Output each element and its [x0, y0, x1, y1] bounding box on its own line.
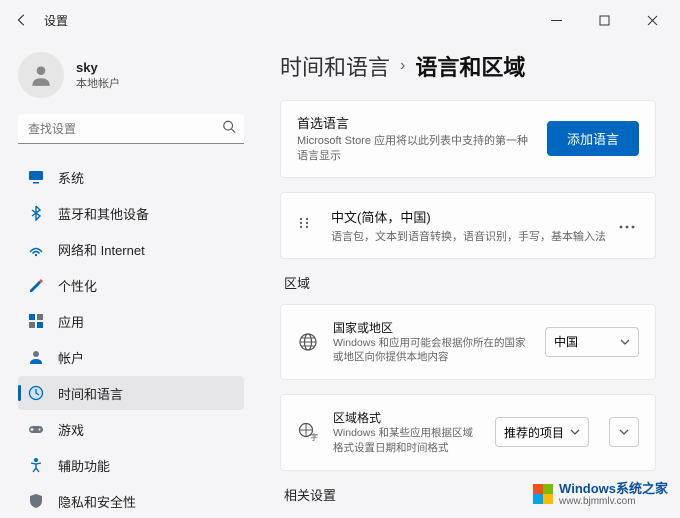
sidebar-item-bluetooth[interactable]: 蓝牙和其他设备 — [18, 196, 244, 230]
minimize-button[interactable] — [536, 6, 576, 34]
sidebar-item-system[interactable]: 系统 — [18, 160, 244, 194]
svg-text:字: 字 — [310, 432, 318, 442]
chevron-down-icon — [619, 429, 629, 435]
sidebar-item-personalize[interactable]: 个性化 — [18, 268, 244, 302]
language-name: 中文(简体，中国) — [331, 207, 615, 226]
apps-icon — [28, 313, 44, 329]
window-title: 设置 — [44, 12, 68, 29]
sidebar-item-label: 应用 — [58, 312, 84, 331]
chevron-down-icon — [620, 339, 630, 345]
user-name: sky — [76, 60, 120, 75]
globe-icon — [297, 332, 319, 352]
sidebar-item-network[interactable]: 网络和 Internet — [18, 232, 244, 266]
accounts-icon — [28, 349, 44, 365]
language-features: 语言包，文本到语音转换，语音识别，手写，基本输入法 — [331, 228, 615, 244]
sidebar-item-label: 游戏 — [58, 420, 84, 439]
country-title: 国家或地区 — [333, 319, 531, 336]
preferred-sub: Microsoft Store 应用将以此列表中支持的第一种语言显示 — [297, 134, 533, 165]
back-button[interactable] — [8, 6, 36, 34]
avatar — [18, 52, 64, 98]
sidebar-item-label: 帐户 — [58, 348, 84, 367]
user-account-type: 本地帐户 — [76, 75, 120, 91]
preferred-languages-card: 首选语言 Microsoft Store 应用将以此列表中支持的第一种语言显示 … — [280, 100, 656, 178]
sidebar-item-label: 网络和 Internet — [58, 240, 145, 259]
sidebar-item-apps[interactable]: 应用 — [18, 304, 244, 338]
country-dropdown[interactable]: 中国 — [545, 327, 639, 357]
preferred-title: 首选语言 — [297, 113, 533, 132]
sidebar-item-label: 辅助功能 — [58, 456, 110, 475]
language-item[interactable]: 中文(简体，中国) 语言包，文本到语音转换，语音识别，手写，基本输入法 — [280, 192, 656, 259]
network-icon — [28, 241, 44, 257]
breadcrumb-parent[interactable]: 时间和语言 — [280, 50, 390, 82]
sidebar-item-label: 个性化 — [58, 276, 97, 295]
format-title: 区域格式 — [333, 409, 481, 426]
page-title: 语言和区域 — [415, 50, 525, 82]
country-region-card: 国家或地区 Windows 和应用可能会根据你所在的国家或地区向你提供本地内容 … — [280, 304, 656, 380]
maximize-button[interactable] — [584, 6, 624, 34]
privacy-icon — [28, 493, 44, 509]
language-globe-icon: 字 — [297, 422, 319, 442]
sidebar-item-label: 系统 — [58, 168, 84, 187]
sidebar-item-label: 时间和语言 — [58, 384, 123, 403]
search-input[interactable] — [18, 114, 244, 144]
drag-handle-icon[interactable] — [297, 216, 313, 235]
accessibility-icon — [28, 457, 44, 473]
bluetooth-icon — [28, 205, 44, 221]
format-sub: Windows 和某些应用根据区域格式设置日期和时间格式 — [333, 426, 481, 455]
sidebar-item-label: 蓝牙和其他设备 — [58, 204, 149, 223]
expand-button[interactable] — [609, 417, 639, 447]
breadcrumb: 时间和语言 › 语言和区域 — [280, 50, 656, 82]
user-block[interactable]: sky 本地帐户 — [18, 52, 244, 98]
time-lang-icon — [28, 385, 44, 401]
sidebar-item-privacy[interactable]: 隐私和安全性 — [18, 484, 244, 518]
related-section-title: 相关设置 — [284, 485, 656, 504]
system-icon — [28, 169, 44, 185]
regional-format-card: 字 区域格式 Windows 和某些应用根据区域格式设置日期和时间格式 推荐的项… — [280, 394, 656, 470]
sidebar-item-accounts[interactable]: 帐户 — [18, 340, 244, 374]
search-icon — [222, 120, 236, 139]
chevron-right-icon: › — [400, 57, 405, 75]
sidebar-item-gaming[interactable]: 游戏 — [18, 412, 244, 446]
sidebar-item-label: 隐私和安全性 — [58, 492, 136, 511]
more-options-button[interactable] — [615, 212, 639, 238]
sidebar-item-accessibility[interactable]: 辅助功能 — [18, 448, 244, 482]
close-button[interactable] — [632, 6, 672, 34]
gaming-icon — [28, 421, 44, 437]
sidebar-item-time-lang[interactable]: 时间和语言 — [18, 376, 244, 410]
country-sub: Windows 和应用可能会根据你所在的国家或地区向你提供本地内容 — [333, 336, 531, 365]
add-language-button[interactable]: 添加语言 — [547, 121, 639, 156]
format-dropdown[interactable]: 推荐的项目 — [495, 417, 589, 447]
chevron-down-icon — [570, 429, 580, 435]
region-section-title: 区域 — [284, 273, 656, 292]
personalize-icon — [28, 277, 44, 293]
